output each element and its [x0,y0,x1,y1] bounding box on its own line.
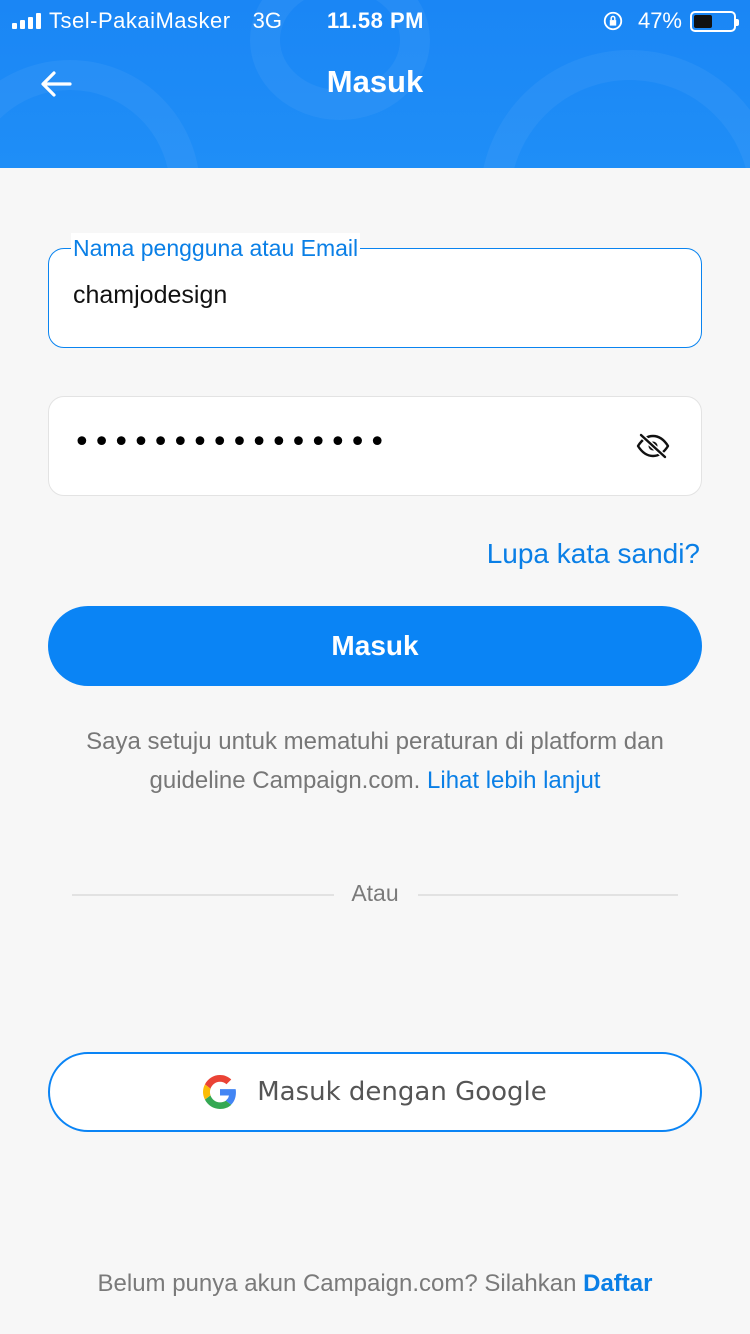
rotation-lock-icon [603,11,623,31]
eye-off-icon[interactable] [635,431,671,461]
signup-text: Belum punya akun Campaign.com? Silahkan [97,1270,577,1297]
login-button[interactable]: Masuk [48,606,702,686]
username-label: Nama pengguna atau Email [71,233,361,263]
signal-icon [12,13,41,29]
terms-link[interactable]: Lihat lebih lanjut [427,767,600,794]
forgot-password-link[interactable]: Lupa kata sandi? [487,538,700,570]
google-login-button[interactable]: Masuk dengan Google [48,1052,702,1132]
app-header: Tsel-PakaiMasker 3G 11.58 PM 47% Masuk [0,0,750,168]
network-type: 3G [252,8,282,33]
status-time: 11.58 PM [327,8,424,33]
google-button-label: Masuk dengan Google [257,1077,547,1107]
terms-text: Saya setuju untuk mematuhi peraturan di … [40,722,710,800]
password-input[interactable]: •••••••••••••••• [73,425,388,460]
carrier-name: Tsel-PakaiMasker [49,8,231,33]
battery-percent: 47% [637,8,682,33]
google-icon [203,1075,237,1109]
divider-line [418,894,678,896]
signup-prompt: Belum punya akun Campaign.com? Silahkan … [0,1270,750,1298]
page-title: Masuk [326,64,424,99]
password-field[interactable]: •••••••••••••••• [48,396,702,496]
username-input[interactable] [73,281,633,310]
battery-icon [690,10,739,32]
signup-link[interactable]: Daftar [583,1270,652,1297]
username-field[interactable]: Nama pengguna atau Email [48,233,702,348]
status-bar: Tsel-PakaiMasker 3G 11.58 PM 47% [0,0,750,40]
